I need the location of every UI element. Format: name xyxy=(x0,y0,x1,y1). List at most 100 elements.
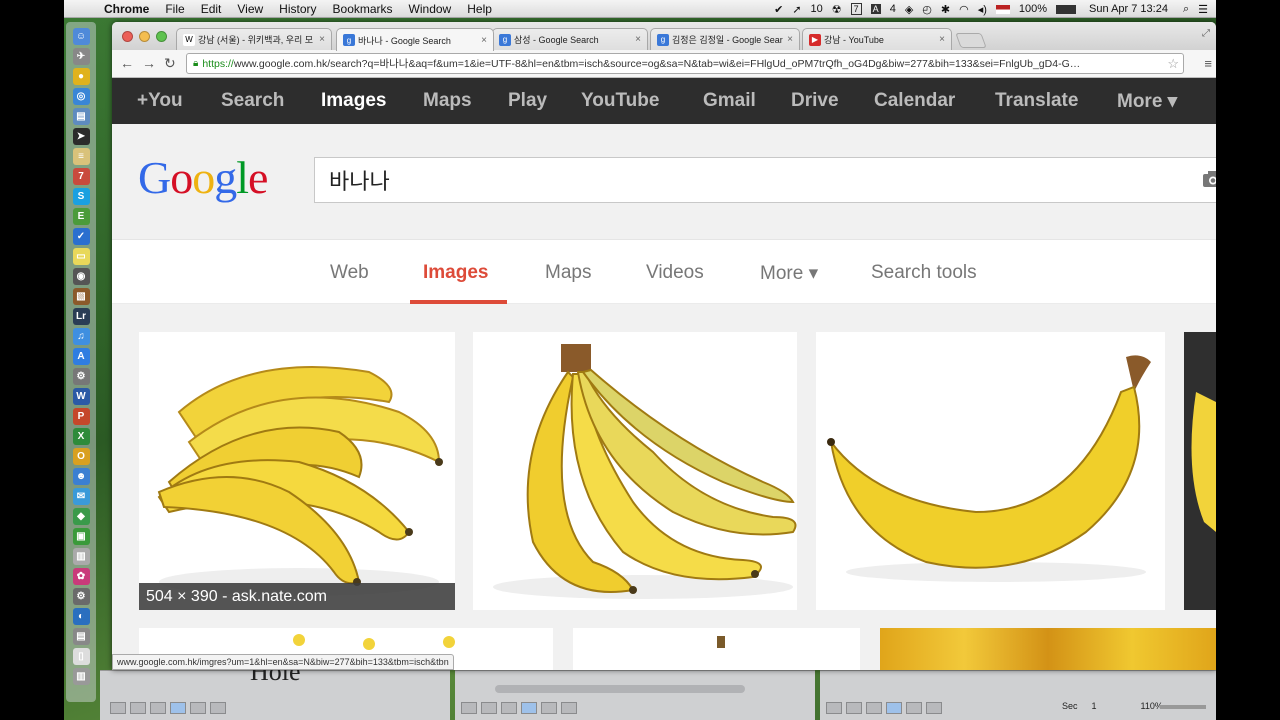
wifi-icon[interactable]: ◠ xyxy=(959,3,969,16)
google-logo[interactable]: Google xyxy=(138,151,268,204)
view-icon[interactable] xyxy=(886,702,902,714)
view-icon[interactable] xyxy=(521,702,537,714)
view-icon[interactable] xyxy=(541,702,557,714)
tab-videos[interactable]: Videos xyxy=(646,262,704,284)
background-scrollbar[interactable] xyxy=(495,685,745,693)
battery-icon[interactable] xyxy=(1056,4,1077,14)
google-bar-item[interactable]: Drive xyxy=(791,90,839,112)
menu-app-name[interactable]: Chrome xyxy=(104,2,149,16)
view-icon[interactable] xyxy=(210,702,226,714)
maps-icon[interactable]: ◆ xyxy=(72,508,90,525)
view-icon[interactable] xyxy=(130,702,146,714)
flag-icon[interactable] xyxy=(995,4,1010,14)
camera-icon[interactable]: ◉ xyxy=(72,268,90,285)
image-result-6[interactable] xyxy=(573,628,860,670)
google-bar-item[interactable]: Play xyxy=(508,90,547,112)
view-icon[interactable] xyxy=(481,702,497,714)
image-result-2[interactable] xyxy=(473,332,797,610)
browser-tab[interactable]: ▶ 강남 - YouTube × xyxy=(802,28,952,50)
clock[interactable]: Sun Apr 7 13:24 xyxy=(1089,3,1168,15)
close-tab-icon[interactable]: × xyxy=(939,34,945,45)
view-icon[interactable] xyxy=(150,702,166,714)
google-bar-item[interactable]: Translate xyxy=(995,90,1078,112)
view-icon[interactable] xyxy=(826,702,842,714)
bookmark-star-icon[interactable]: ☆ xyxy=(1167,56,1179,72)
cursor-icon[interactable]: ➚ xyxy=(792,3,801,16)
browser-tab[interactable]: g 김정은 김정일 - Google Searc × xyxy=(650,28,800,50)
google-bar-item[interactable]: YouTube xyxy=(581,90,659,112)
google-bar-item[interactable]: Images xyxy=(321,90,386,112)
menu-bookmarks[interactable]: Bookmarks xyxy=(333,2,393,16)
address-bar[interactable]: 🔒︎ https:// www.google.com.hk/search?q=바… xyxy=(186,53,1184,74)
chrome-icon[interactable]: ● xyxy=(72,68,90,85)
lightroom-icon[interactable]: Lr xyxy=(72,308,90,325)
preview-icon[interactable]: ▤ xyxy=(72,108,90,125)
browser-tab[interactable]: W 강남 (서울) - 위키백과, 우리 모 × xyxy=(176,28,332,50)
close-tab-icon[interactable]: × xyxy=(787,34,793,45)
itunes-icon[interactable]: ♫ xyxy=(72,328,90,345)
trash-icon[interactable]: ▥ xyxy=(72,668,90,685)
image-result-4[interactable] xyxy=(1184,332,1216,610)
reminders-icon[interactable]: ✓ xyxy=(72,228,90,245)
cursor-icon[interactable]: ➤ xyxy=(72,128,90,145)
menu-help[interactable]: Help xyxy=(467,2,492,16)
search-input[interactable]: 바나나 xyxy=(314,157,1216,203)
safari-icon[interactable]: ◎ xyxy=(72,88,90,105)
back-button[interactable]: ← xyxy=(120,55,134,71)
tab-images[interactable]: Images xyxy=(423,262,488,284)
reload-button[interactable]: ↻ xyxy=(164,55,176,72)
spotlight-icon[interactable]: ⌕ xyxy=(1183,3,1189,16)
view-icon[interactable] xyxy=(906,702,922,714)
tab-more[interactable]: More ▾ xyxy=(760,262,818,285)
zoom-window-button[interactable] xyxy=(156,31,167,42)
evernote-icon[interactable]: E xyxy=(72,208,90,225)
safari-compass-icon[interactable]: ◐ xyxy=(72,608,90,625)
menu-window[interactable]: Window xyxy=(409,2,452,16)
document-icon[interactable]: ▯ xyxy=(72,648,90,665)
word-icon[interactable]: W xyxy=(72,388,90,405)
image-result-7[interactable] xyxy=(880,628,1216,670)
lock-icon[interactable]: 🔒︎ xyxy=(193,58,198,69)
stickies-icon[interactable]: ▭ xyxy=(72,248,90,265)
google-bar-item[interactable]: Gmail xyxy=(703,90,756,112)
view-icon[interactable] xyxy=(846,702,862,714)
powerpoint-icon[interactable]: P xyxy=(72,408,90,425)
system-prefs-icon[interactable]: ⚙ xyxy=(72,588,90,605)
excel-icon[interactable]: X xyxy=(72,428,90,445)
menu-view[interactable]: View xyxy=(237,2,263,16)
close-tab-icon[interactable]: × xyxy=(635,34,641,45)
calendar-icon[interactable]: 7 xyxy=(72,168,90,185)
close-tab-icon[interactable]: × xyxy=(319,34,325,45)
view-icon[interactable] xyxy=(110,702,126,714)
view-icon[interactable] xyxy=(461,702,477,714)
skype-icon[interactable]: S xyxy=(72,188,90,205)
tab-maps[interactable]: Maps xyxy=(545,262,591,284)
image-result-1[interactable]: 504 × 390 - ask.nate.com xyxy=(139,332,455,610)
shield-icon[interactable]: ◈ xyxy=(905,3,913,16)
google-bar-item[interactable]: Calendar xyxy=(874,90,955,112)
outlook-icon[interactable]: O xyxy=(72,448,90,465)
menu-file[interactable]: File xyxy=(165,2,184,16)
google-bar-item[interactable]: Maps xyxy=(423,90,472,112)
fullscreen-icon[interactable]: ⤢ xyxy=(1202,28,1210,39)
new-tab-button[interactable] xyxy=(955,33,987,48)
photos-icon[interactable]: ▧ xyxy=(72,288,90,305)
tab-web[interactable]: Web xyxy=(330,262,369,284)
contacts-icon[interactable]: ☻ xyxy=(72,468,90,485)
image-result-3[interactable] xyxy=(816,332,1165,610)
zoom-slider[interactable] xyxy=(1160,705,1206,709)
camera-search-icon[interactable] xyxy=(1202,170,1216,188)
browser-tab[interactable]: g 삼성 - Google Search × xyxy=(492,28,648,50)
view-icon[interactable] xyxy=(926,702,942,714)
view-icon[interactable] xyxy=(170,702,186,714)
network-icon[interactable]: ⚙ xyxy=(72,368,90,385)
time-machine-icon[interactable]: ◴ xyxy=(922,3,932,16)
notification-center-icon[interactable]: ☰ xyxy=(1198,3,1208,16)
facetime-icon[interactable]: ▣ xyxy=(72,528,90,545)
bluetooth-icon[interactable]: ✱ xyxy=(941,3,950,16)
printer-icon[interactable]: ▤ xyxy=(72,628,90,645)
browser-tab[interactable]: g 바나나 - Google Search × xyxy=(336,28,494,51)
google-bar-item[interactable]: +You xyxy=(137,90,183,112)
minimize-window-button[interactable] xyxy=(139,31,150,42)
sync-icon[interactable]: ☢ xyxy=(832,3,842,16)
